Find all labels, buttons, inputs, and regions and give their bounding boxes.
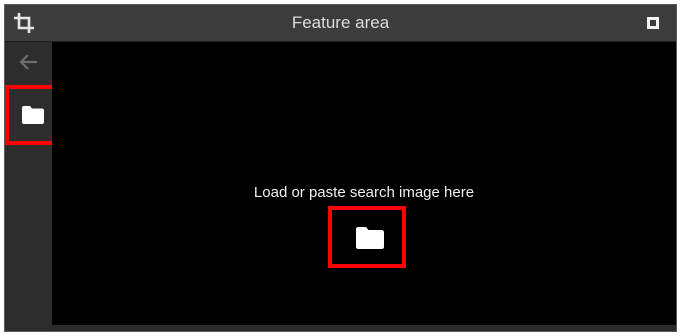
drop-prompt-text: Load or paste search image here <box>253 184 475 201</box>
folder-icon <box>355 226 385 255</box>
arrow-left-icon[interactable] <box>17 50 41 74</box>
folder-icon <box>21 105 45 130</box>
load-image-folder-button[interactable] <box>328 206 406 268</box>
window-title: Feature area <box>291 13 390 32</box>
maximize-icon[interactable] <box>646 16 660 30</box>
search-image-drop-area[interactable]: Load or paste search image here <box>52 42 676 325</box>
sidebar <box>5 42 61 331</box>
feature-area-window: Feature area Load or paste search image … <box>4 4 677 332</box>
title-bar: Feature area <box>5 5 676 42</box>
